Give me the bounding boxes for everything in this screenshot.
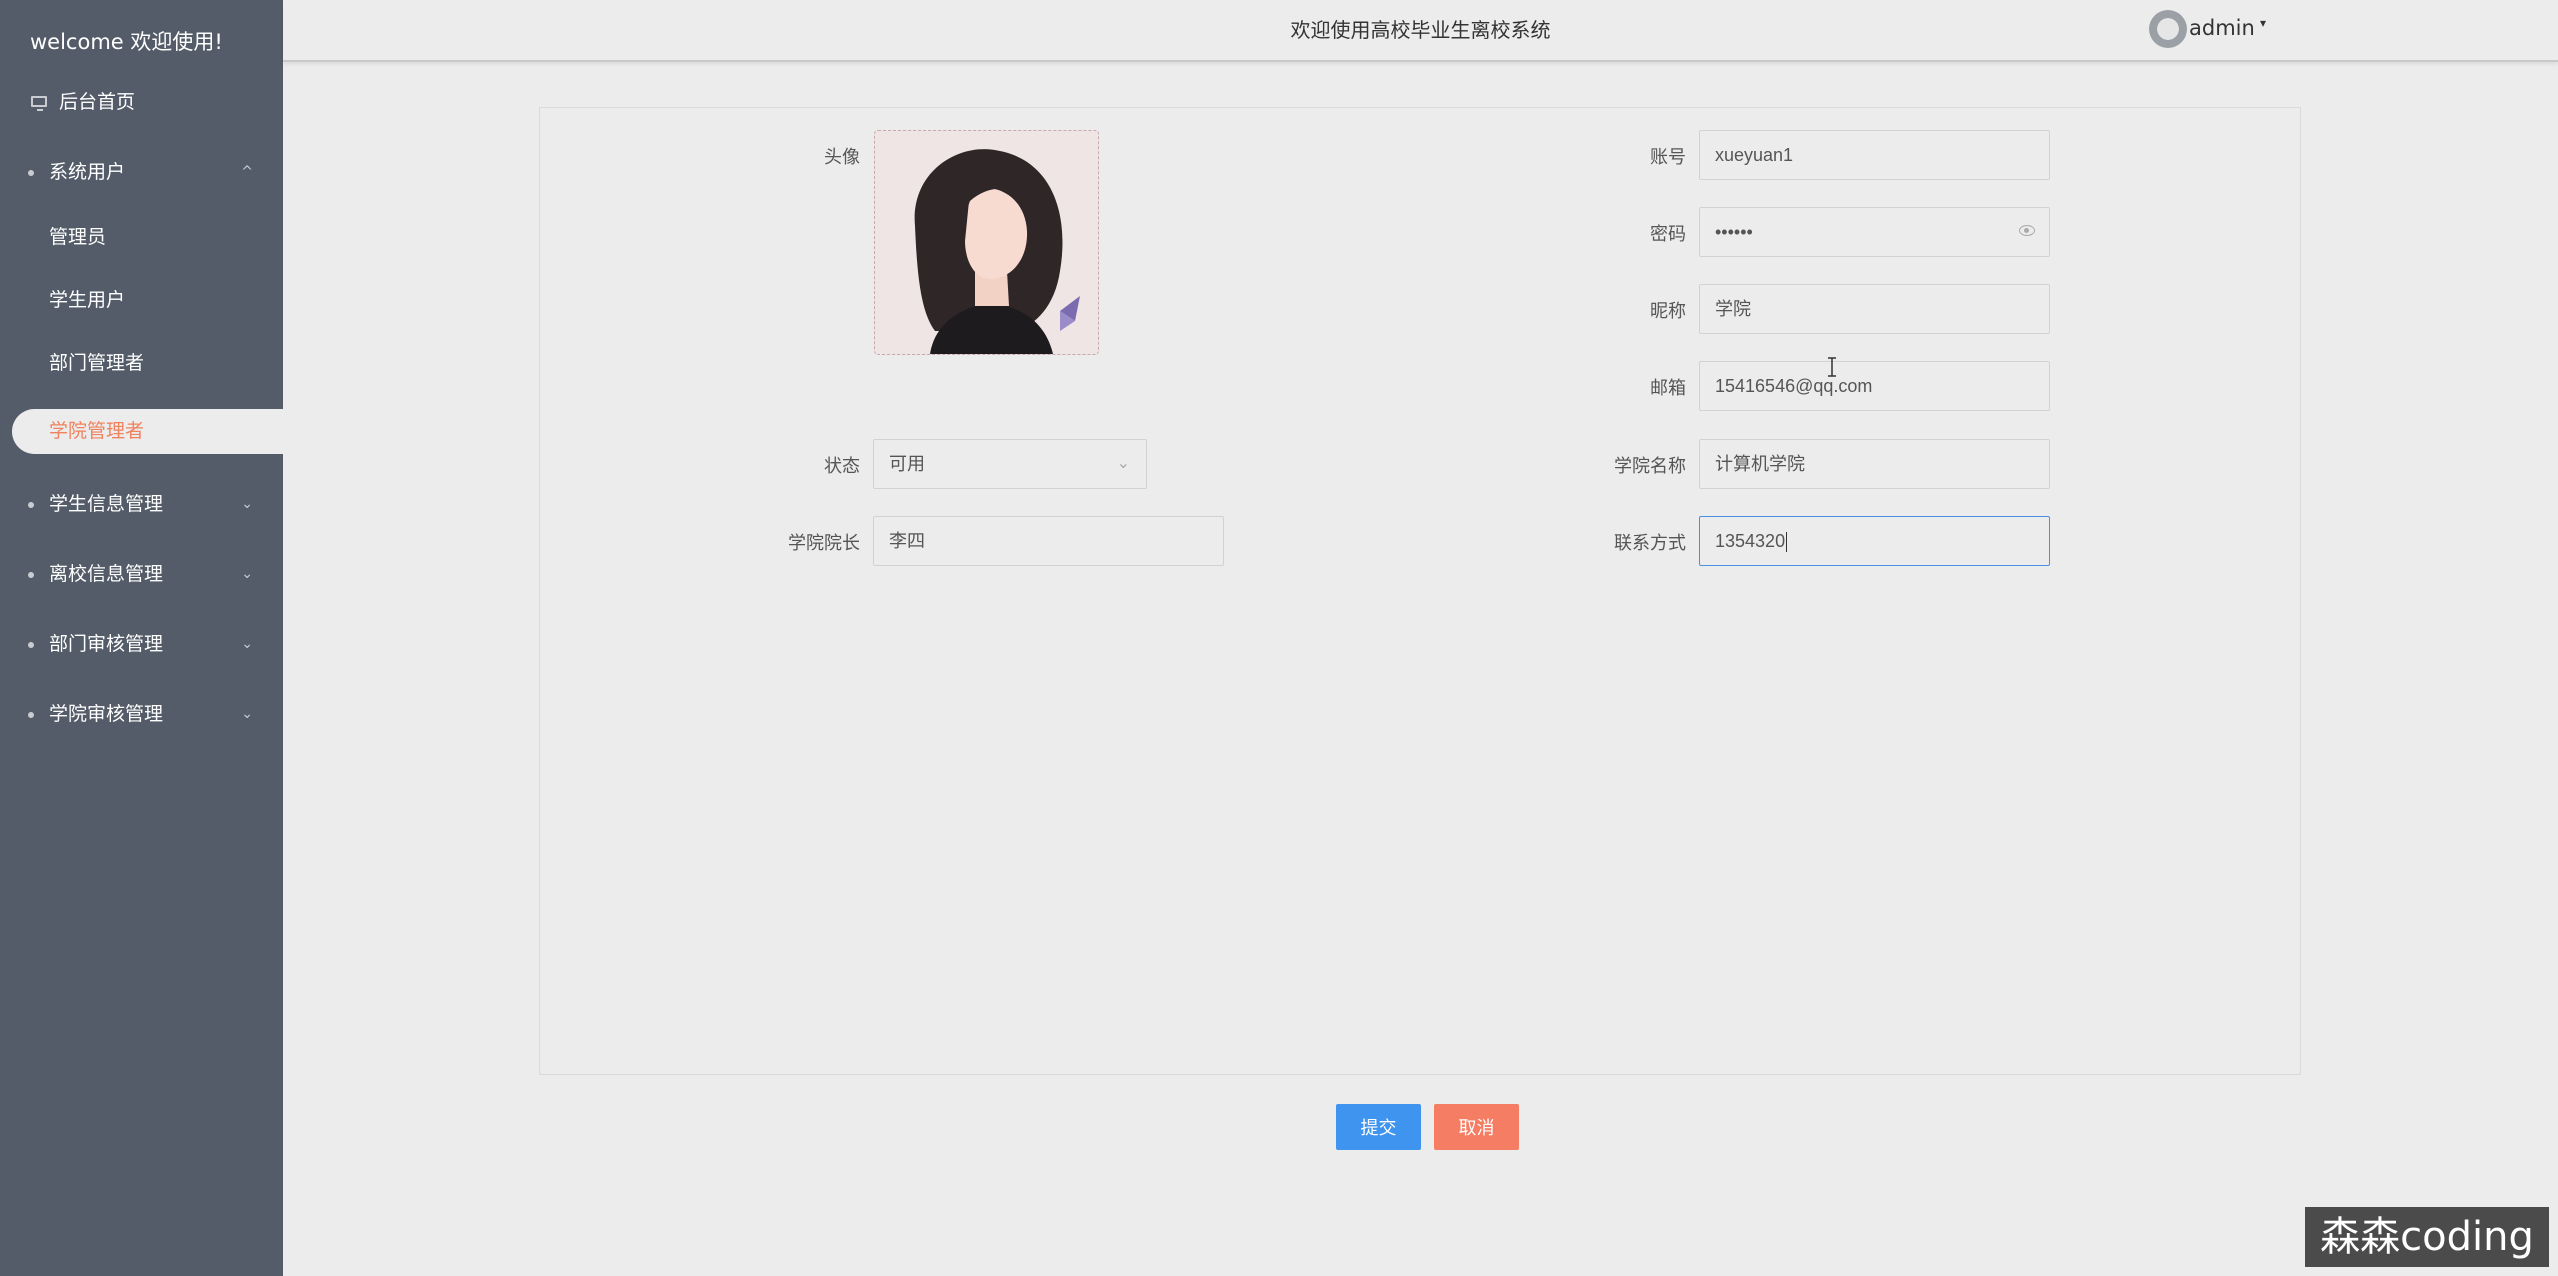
sidebar-group-leave-info[interactable]: 离校信息管理 ⌄ — [0, 549, 283, 599]
sidebar-item-department-managers[interactable]: 部门管理者 — [0, 338, 283, 388]
email-label: 邮箱 — [1650, 378, 1686, 399]
sidebar-item-label: 后台首页 — [59, 91, 136, 113]
sidebar-item-label: 离校信息管理 — [49, 563, 164, 585]
sidebar-item-label: 学院审核管理 — [49, 703, 164, 725]
nickname-label: 昵称 — [1650, 301, 1686, 322]
bullet-icon — [28, 170, 34, 176]
cancel-button[interactable]: 取消 — [1434, 1104, 1519, 1150]
avatar-label: 头像 — [824, 147, 860, 168]
chevron-down-icon: ⌄ — [1116, 455, 1130, 472]
caret-icon — [1786, 532, 1788, 553]
text-cursor-icon — [1828, 357, 1836, 377]
email-input[interactable]: 15416546@qq.com — [1699, 361, 2050, 411]
watermark: 森森coding — [2305, 1207, 2549, 1267]
sidebar-item-college-managers[interactable]: 学院管理者 — [12, 409, 283, 454]
password-input[interactable]: •••••• — [1699, 207, 2050, 257]
username: admin — [2189, 16, 2255, 40]
sidebar-group-system-users[interactable]: 系统用户 ^ — [0, 147, 283, 197]
sidebar-group-college-review[interactable]: 学院审核管理 ⌄ — [0, 689, 283, 739]
sidebar-item-label: 学生用户 — [49, 289, 126, 311]
account-input[interactable]: xueyuan1 — [1699, 130, 2050, 180]
sidebar-item-label: 管理员 — [49, 226, 107, 248]
bullet-icon — [28, 502, 34, 508]
avatar-spinner-icon — [2149, 10, 2187, 48]
monitor-icon — [31, 96, 47, 111]
contact-label: 联系方式 — [1614, 533, 1686, 554]
chevron-down-icon: ⌄ — [241, 636, 253, 652]
status-value: 可用 — [889, 454, 925, 474]
sidebar: welcome 欢迎使用! 后台首页 系统用户 ^ 管理员 学生用户 部门管理者… — [0, 0, 283, 1276]
avatar-image — [875, 131, 1098, 354]
contact-value: 1354320 — [1715, 531, 1786, 551]
avatar-upload[interactable] — [874, 130, 1099, 355]
college-name-label: 学院名称 — [1614, 456, 1686, 477]
chevron-down-icon: ⌄ — [241, 566, 253, 582]
sidebar-item-label: 部门管理者 — [49, 352, 145, 374]
top-header: 欢迎使用高校毕业生离校系统 admin ▾ — [283, 0, 2558, 62]
sidebar-group-department-review[interactable]: 部门审核管理 ⌄ — [0, 619, 283, 669]
password-label: 密码 — [1650, 224, 1686, 245]
chevron-up-icon: ^ — [241, 164, 253, 180]
college-name-input[interactable]: 计算机学院 — [1699, 439, 2050, 489]
dean-input[interactable]: 李四 — [873, 516, 1224, 566]
bullet-icon — [28, 572, 34, 578]
sidebar-item-label: 学院管理者 — [49, 420, 145, 442]
status-select[interactable]: 可用 ⌄ — [873, 439, 1147, 489]
dean-label: 学院院长 — [788, 533, 860, 554]
status-label: 状态 — [824, 456, 860, 477]
sidebar-item-label: 部门审核管理 — [49, 633, 164, 655]
bullet-icon — [28, 712, 34, 718]
account-label: 账号 — [1650, 147, 1686, 168]
sidebar-item-home[interactable]: 后台首页 — [0, 77, 283, 127]
submit-button[interactable]: 提交 — [1336, 1104, 1421, 1150]
chevron-down-icon: ⌄ — [241, 706, 253, 722]
bullet-icon — [28, 642, 34, 648]
chevron-down-icon: ▾ — [2260, 16, 2267, 30]
contact-input[interactable]: 1354320 — [1699, 516, 2050, 566]
nickname-input[interactable]: 学院 — [1699, 284, 2050, 334]
welcome-text: welcome 欢迎使用! — [30, 30, 223, 54]
sidebar-group-student-info[interactable]: 学生信息管理 ⌄ — [0, 479, 283, 529]
sidebar-item-student-users[interactable]: 学生用户 — [0, 275, 283, 325]
chevron-down-icon: ⌄ — [241, 496, 253, 512]
sidebar-item-admins[interactable]: 管理员 — [0, 212, 283, 262]
sidebar-item-label: 学生信息管理 — [49, 493, 164, 515]
eye-icon[interactable] — [2019, 225, 2035, 236]
password-value: •••••• — [1715, 222, 1753, 242]
sidebar-item-label: 系统用户 — [49, 161, 126, 183]
